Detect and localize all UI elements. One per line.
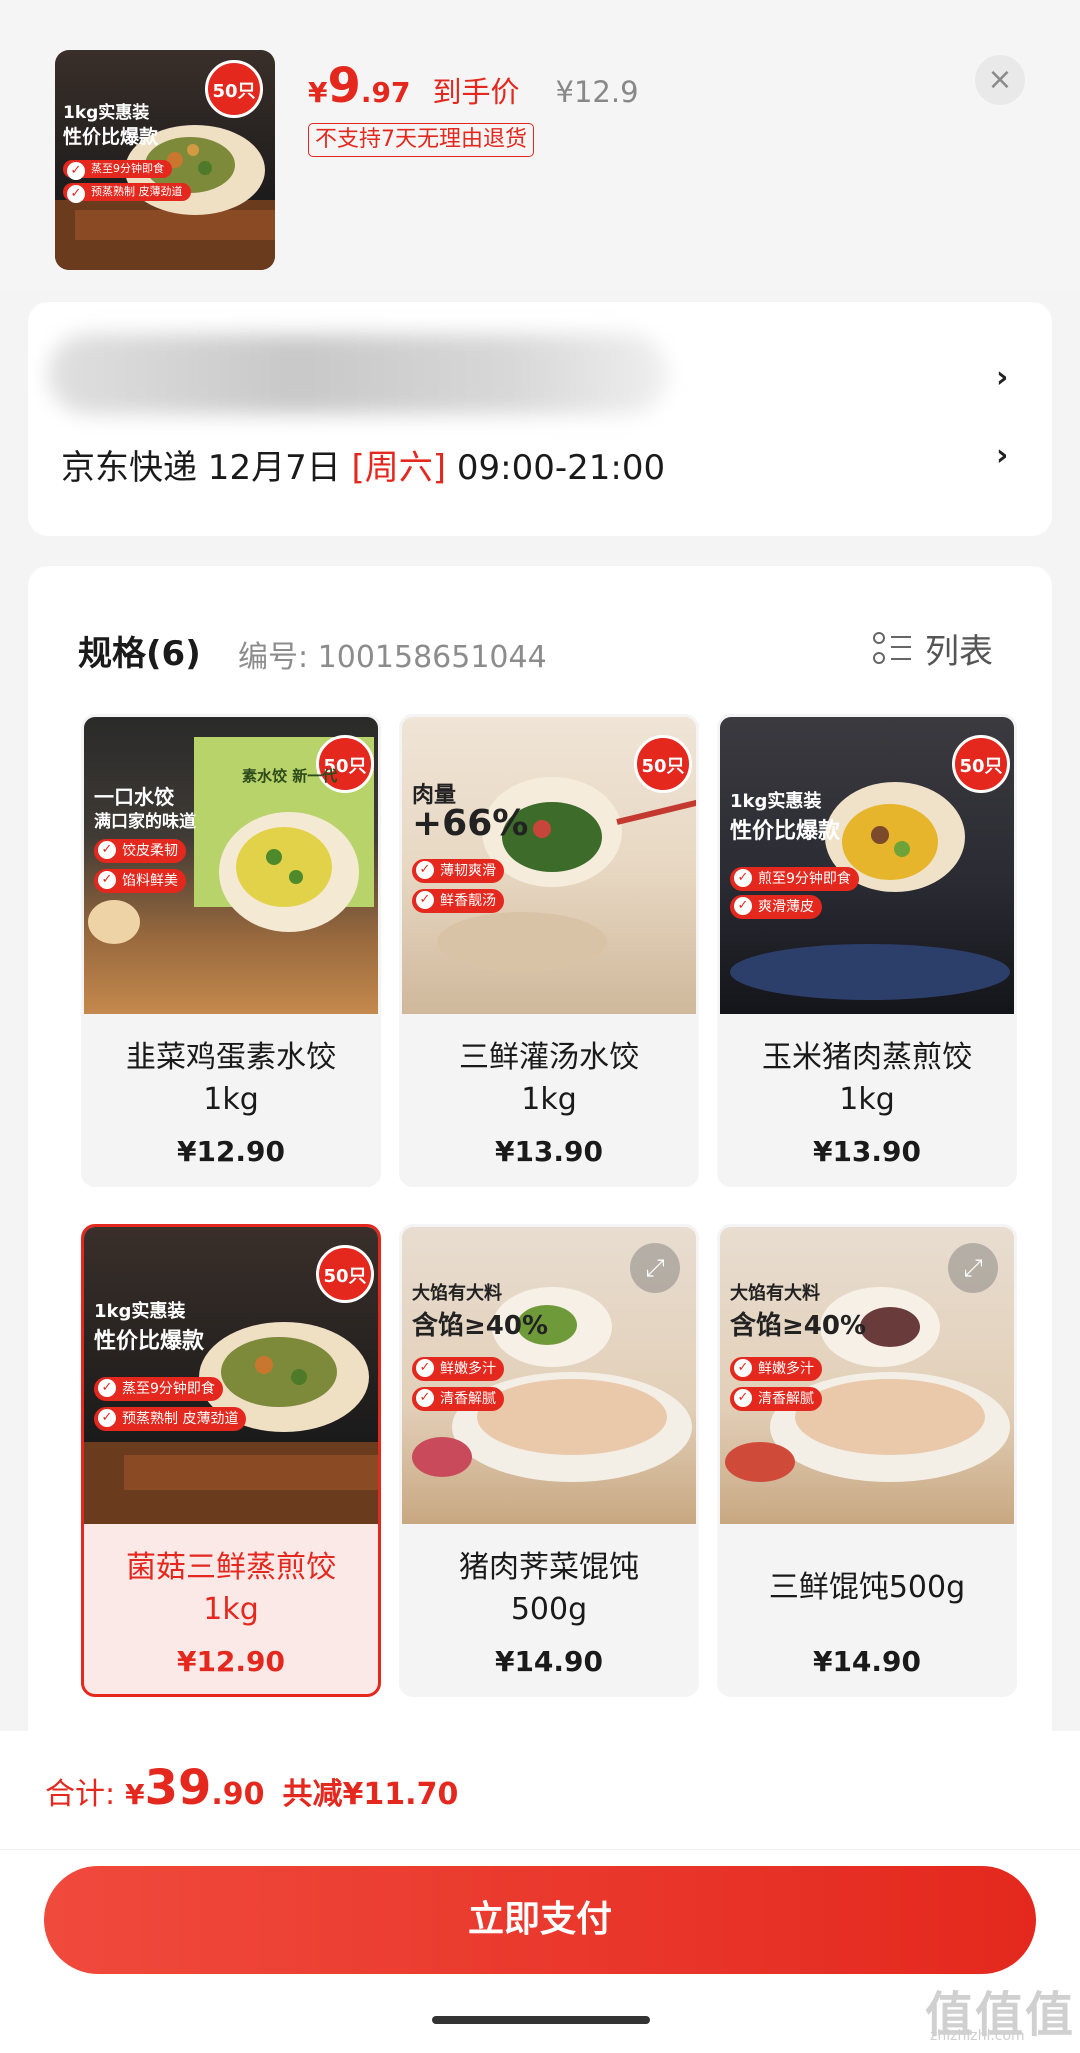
variant-tile[interactable]: ⤢ 大馅有大料 含馅≥40% 鲜嫩多汁 清香解腻 三鲜馄饨500g ¥14.90 [717,1224,1017,1697]
image-feature-2: 预蒸熟制 皮薄劲道 [94,1407,247,1431]
pay-now-button[interactable]: 立即支付 [44,1866,1036,1974]
image-subtitle: +66% [412,803,529,844]
product-thumbnail: 50只 1kg实惠装 性价比爆款 蒸至9分钟即食 预蒸熟制 皮薄劲道 [55,50,275,270]
delivery-weekday: [周六] [351,448,447,488]
variant-image: 50只 1kg实惠装 性价比爆款 煎至9分钟即食 爽滑薄皮 [720,717,1014,1014]
variant-name: 三鲜馄饨500g [768,1570,966,1605]
total-row: 合计: ¥ 39 .90 共减¥11.70 [45,1760,458,1816]
variant-tile-selected[interactable]: 50只 1kg实惠装 性价比爆款 蒸至9分钟即食 预蒸熟制 皮薄劲道 菌菇三鲜蒸… [81,1224,381,1697]
blurred-address [48,334,668,414]
image-title: 1kg实惠装 [730,791,822,812]
variant-name: 猪肉荠菜馄饨 500g [459,1550,639,1627]
address-card[interactable]: › 京东快递 12月7日 [周六] 09:00-21:00 › [28,302,1052,536]
total-decimal: .90 [211,1777,265,1812]
image-feature-2: 鲜香靓汤 [412,889,504,913]
count-badge: 50只 [634,735,692,793]
final-price-tag: 到手价 [432,75,520,109]
price-currency: ¥ [308,76,328,109]
variant-price: ¥13.90 [812,1135,922,1168]
return-policy-badge: 不支持7天无理由退货 [308,123,534,157]
total-currency: ¥ [125,1778,145,1811]
variant-name: 玉米猪肉蒸煎饺 1kg [762,1040,972,1117]
delivery-chevron-icon[interactable]: › [996,438,1008,473]
price-row: ¥ 9 .97 到手价 ¥12.9 [308,58,639,114]
image-feature-2: 爽滑薄皮 [730,895,822,919]
spec-title: 规格(6) [78,634,201,674]
image-feature-1: 鲜嫩多汁 [730,1357,822,1381]
variant-name: 韭菜鸡蛋素水饺 1kg [126,1040,336,1117]
variant-price: ¥14.90 [494,1645,604,1678]
total-label: 合计: [45,1777,116,1812]
total-integer: 39 [144,1760,212,1816]
count-badge: 50只 [952,735,1010,793]
variant-price: ¥12.90 [176,1135,286,1168]
image-feature-1: 饺皮柔韧 [94,839,186,863]
image-subtitle: 含馅≥40% [730,1311,867,1341]
price-decimal: .97 [360,76,411,109]
image-feature-2: 清香解腻 [412,1387,504,1411]
price-integer: 9 [327,58,361,114]
variant-tile[interactable]: 50只 一口水饺 满口家的味道 饺皮柔韧 馅料鲜美 素水饺 新一代 韭菜鸡蛋素水… [81,714,381,1187]
watermark-url: zhizhizhi.com [930,2028,1025,2044]
variant-tile[interactable]: ⤢ 大馅有大料 含馅≥40% 鲜嫩多汁 清香解腻 猪肉荠菜馄饨 500g ¥14… [399,1224,699,1697]
variant-price: ¥13.90 [494,1135,604,1168]
variant-grid: 50只 一口水饺 满口家的味道 饺皮柔韧 馅料鲜美 素水饺 新一代 韭菜鸡蛋素水… [81,714,1052,1714]
expand-icon[interactable]: ⤢ [630,1243,680,1293]
variant-image: 50只 一口水饺 满口家的味道 饺皮柔韧 馅料鲜美 素水饺 新一代 [84,717,378,1014]
image-title: 一口水饺 [94,785,174,809]
thumb-subtitle: 性价比爆款 [63,126,159,148]
image-subtitle: 含馅≥40% [412,1311,549,1341]
spec-card: 规格(6) 编号: 100158651044 列表 50只 一口水饺 满口家的味… [28,566,1052,1766]
home-indicator[interactable] [432,2016,650,2024]
divider [0,1849,1080,1850]
image-subtitle: 性价比爆款 [94,1329,205,1354]
delivery-info: 京东快递 12月7日 [周六] 09:00-21:00 [61,440,665,489]
product-id: 编号: 100158651044 [238,640,547,675]
thumb-feature-2: 预蒸熟制 皮薄劲道 [63,183,191,203]
image-feature-2: 馅料鲜美 [94,869,186,893]
thumb-feature-1: 蒸至9分钟即食 [63,160,172,180]
address-chevron-icon[interactable]: › [996,360,1008,395]
variant-image: ⤢ 大馅有大料 含馅≥40% 鲜嫩多汁 清香解腻 [402,1227,696,1524]
delivery-date: 京东快递 12月7日 [61,448,352,488]
image-title: 大馅有大料 [730,1283,820,1304]
variant-image: ⤢ 大馅有大料 含馅≥40% 鲜嫩多汁 清香解腻 [720,1227,1014,1524]
delivery-time: 09:00-21:00 [446,448,666,488]
original-price: ¥12.9 [555,75,639,109]
image-feature-1: 蒸至9分钟即食 [94,1377,223,1401]
package-label: 素水饺 新一代 [242,767,338,785]
close-button[interactable]: × [975,55,1025,105]
image-feature-1: 薄韧爽滑 [412,859,504,883]
count-badge: 50只 [316,1245,374,1303]
variant-price: ¥14.90 [812,1645,922,1678]
image-feature-1: 鲜嫩多汁 [412,1357,504,1381]
image-subtitle: 满口家的味道 [94,812,196,832]
variant-image: 50只 肉量 +66% 薄韧爽滑 鲜香靓汤 [402,717,696,1014]
variant-tile[interactable]: 50只 1kg实惠装 性价比爆款 煎至9分钟即食 爽滑薄皮 玉米猪肉蒸煎饺 1k… [717,714,1017,1187]
variant-tile[interactable]: 50只 肉量 +66% 薄韧爽滑 鲜香靓汤 三鲜灌汤水饺 1kg ¥13.90 [399,714,699,1187]
variant-image: 50只 1kg实惠装 性价比爆款 蒸至9分钟即食 预蒸熟制 皮薄劲道 [84,1227,378,1524]
variant-price: ¥12.90 [176,1645,286,1678]
image-subtitle: 性价比爆款 [730,819,841,844]
total-discount: 共减¥11.70 [282,1777,459,1812]
list-view-button[interactable]: 列表 [873,624,993,673]
image-title: 大馅有大料 [412,1283,502,1304]
purchase-sheet: 50只 1kg实惠装 性价比爆款 蒸至9分钟即食 预蒸熟制 皮薄劲道 ¥ 9 .… [0,0,1080,2053]
count-badge: 50只 [205,60,263,118]
sheet-header: 50只 1kg实惠装 性价比爆款 蒸至9分钟即食 预蒸熟制 皮薄劲道 ¥ 9 .… [0,0,1080,290]
image-title: 1kg实惠装 [94,1301,186,1322]
image-feature-1: 煎至9分钟即食 [730,867,859,891]
variant-name: 三鲜灌汤水饺 1kg [459,1040,639,1117]
variant-name: 菌菇三鲜蒸煎饺 1kg [126,1550,336,1627]
list-view-label: 列表 [925,632,993,672]
image-feature-2: 清香解腻 [730,1387,822,1411]
thumb-title: 1kg实惠装 [63,103,150,123]
list-icon [873,631,911,666]
expand-icon[interactable]: ⤢ [948,1243,998,1293]
